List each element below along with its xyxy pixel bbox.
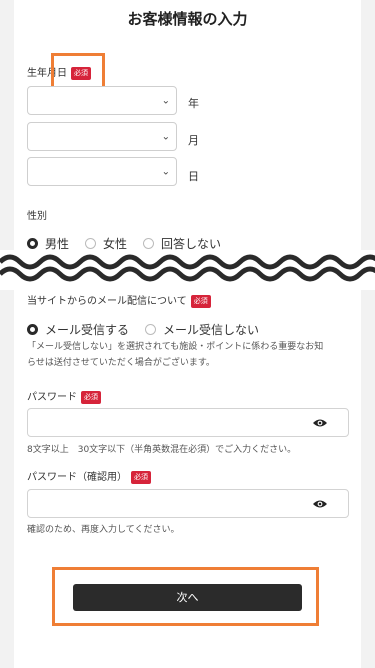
birth-day-select[interactable]: ⌄ (27, 157, 177, 186)
password-label: パスワード (27, 392, 77, 403)
password-hint: 8文字以上 30文字以下（半角英数混在必須）でご入力ください。 (27, 445, 297, 455)
password-input[interactable] (27, 408, 349, 437)
password-confirm-label-row: パスワード（確認用） 必須 (27, 468, 151, 484)
password-confirm-label: パスワード（確認用） (27, 472, 127, 483)
required-badge: 必須 (190, 294, 211, 308)
required-badge: 必須 (131, 470, 151, 484)
gender-radio-no-answer[interactable] (143, 238, 155, 249)
required-badge: 必須 (81, 390, 101, 404)
chevron-down-icon: ⌄ (161, 95, 170, 106)
year-unit: 年 (188, 97, 199, 110)
next-button[interactable]: 次へ (73, 584, 302, 611)
email-opt-note: 「メール受信しない」を選択されても施設・ポイントに係わる重要なお知 らせは送付さ… (27, 339, 352, 371)
email-option-label: メール受信しない (163, 323, 260, 337)
email-option-label: メール受信する (45, 323, 130, 337)
eye-icon[interactable] (312, 418, 328, 428)
chevron-down-icon: ⌄ (161, 166, 170, 177)
wavy-divider (0, 250, 375, 290)
email-radio-group: メール受信する メール受信しない (27, 321, 275, 338)
month-unit: 月 (188, 134, 199, 147)
email-opt-label: 当サイトからのメール配信について (27, 296, 187, 307)
gender-radio-female[interactable] (85, 238, 97, 249)
birth-month-select[interactable]: ⌄ (27, 122, 177, 151)
email-opt-note-line: 「メール受信しない」を選択されても施設・ポイントに係わる重要なお知 (27, 342, 324, 352)
gender-label: 性別 (27, 211, 47, 222)
page-title: お客様情報の入力 (127, 10, 248, 28)
chevron-down-icon: ⌄ (161, 131, 170, 142)
email-opt-note-line: らせは送付させていただく場合がございます。 (27, 358, 215, 368)
password-confirm-hint: 確認のため、再度入力してください。 (27, 525, 180, 535)
day-unit: 日 (188, 170, 199, 183)
birth-year-select[interactable]: ⌄ (27, 86, 177, 115)
email-opt-label-row: 当サイトからのメール配信について 必須 (27, 292, 211, 308)
password-confirm-input[interactable] (27, 489, 349, 518)
gender-radio-male[interactable] (27, 238, 38, 249)
password-label-row: パスワード 必須 (27, 388, 101, 404)
eye-icon[interactable] (312, 499, 328, 509)
email-radio-not-receive[interactable] (145, 324, 157, 335)
email-radio-receive[interactable] (27, 324, 38, 335)
